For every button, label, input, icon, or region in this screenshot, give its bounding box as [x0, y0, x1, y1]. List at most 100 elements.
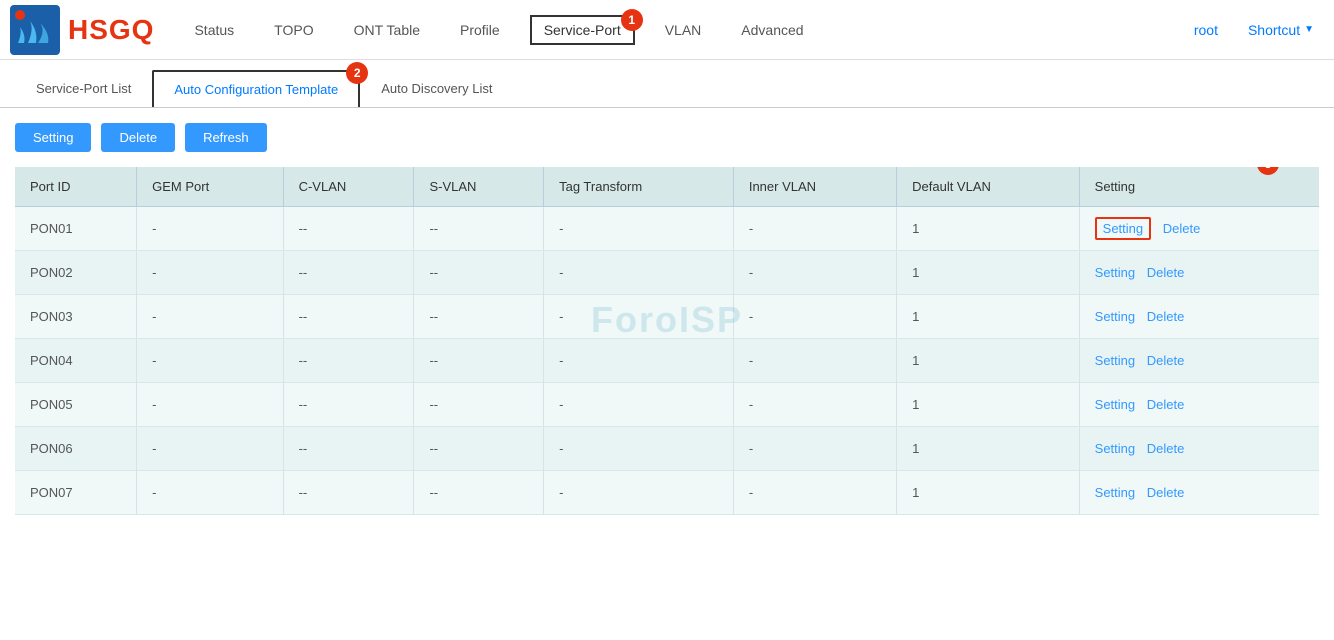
col-tag-transform: Tag Transform: [544, 167, 734, 207]
cell-port-id: PON05: [15, 383, 137, 427]
action-delete-link[interactable]: Delete: [1147, 397, 1185, 412]
action-setting-link[interactable]: Setting: [1095, 485, 1135, 500]
cell-gem-port: -: [137, 339, 283, 383]
logo-area: HSGQ: [10, 5, 154, 55]
cell-inner-vlan: -: [733, 251, 896, 295]
cell-s-vlan: --: [414, 295, 544, 339]
nav-right: root Shortcut ▼: [1184, 4, 1324, 56]
setting-button[interactable]: Setting: [15, 123, 91, 152]
cell-actions: Setting Delete: [1079, 339, 1319, 383]
table-row: PON01 - -- -- - - 1 Setting Delete: [15, 207, 1319, 251]
nav-status[interactable]: Status: [184, 4, 244, 56]
cell-inner-vlan: -: [733, 471, 896, 515]
col-default-vlan: Default VLAN: [897, 167, 1080, 207]
action-setting-link[interactable]: Setting: [1095, 353, 1135, 368]
cell-c-vlan: --: [283, 295, 414, 339]
cell-s-vlan: --: [414, 427, 544, 471]
table-body: PON01 - -- -- - - 1 Setting Delete PON02…: [15, 207, 1319, 515]
cell-tag-transform: -: [544, 383, 734, 427]
cell-inner-vlan: -: [733, 295, 896, 339]
cell-actions: Setting Delete: [1079, 383, 1319, 427]
cell-tag-transform: -: [544, 427, 734, 471]
cell-default-vlan: 1: [897, 207, 1080, 251]
cell-default-vlan: 1: [897, 471, 1080, 515]
table-row: PON07 - -- -- - - 1 Setting Delete: [15, 471, 1319, 515]
nav-links: Status TOPO ONT Table Profile Service-Po…: [184, 4, 1183, 56]
tab-service-port-list[interactable]: Service-Port List: [15, 70, 152, 107]
cell-tag-transform: -: [544, 207, 734, 251]
action-delete-link[interactable]: Delete: [1163, 221, 1201, 236]
table-header-row: Port ID GEM Port C-VLAN S-VLAN Tag Trans…: [15, 167, 1319, 207]
cell-default-vlan: 1: [897, 427, 1080, 471]
cell-c-vlan: --: [283, 471, 414, 515]
cell-inner-vlan: -: [733, 427, 896, 471]
cell-port-id: PON06: [15, 427, 137, 471]
cell-default-vlan: 1: [897, 251, 1080, 295]
nav-advanced[interactable]: Advanced: [731, 4, 813, 56]
navbar: HSGQ Status TOPO ONT Table Profile Servi…: [0, 0, 1334, 60]
cell-s-vlan: --: [414, 207, 544, 251]
action-setting-link[interactable]: Setting: [1095, 397, 1135, 412]
table-row: PON04 - -- -- - - 1 Setting Delete: [15, 339, 1319, 383]
chevron-down-icon: ▼: [1304, 24, 1314, 35]
cell-tag-transform: -: [544, 251, 734, 295]
cell-actions: Setting Delete: [1079, 251, 1319, 295]
cell-s-vlan: --: [414, 471, 544, 515]
cell-c-vlan: --: [283, 339, 414, 383]
cell-default-vlan: 1: [897, 295, 1080, 339]
cell-default-vlan: 1: [897, 383, 1080, 427]
col-gem-port: GEM Port: [137, 167, 283, 207]
tab-auto-config-template[interactable]: Auto Configuration Template 2: [152, 70, 360, 107]
shortcut-label: Shortcut: [1248, 22, 1300, 38]
col-setting: Setting 3: [1079, 167, 1319, 207]
action-setting-link[interactable]: Setting: [1095, 441, 1135, 456]
cell-inner-vlan: -: [733, 207, 896, 251]
data-table: Port ID GEM Port C-VLAN S-VLAN Tag Trans…: [15, 167, 1319, 515]
action-setting-link[interactable]: Setting: [1095, 309, 1135, 324]
tab-auto-discovery-list[interactable]: Auto Discovery List: [360, 70, 513, 107]
action-setting-link[interactable]: Setting: [1095, 217, 1151, 240]
nav-shortcut[interactable]: Shortcut ▼: [1238, 4, 1324, 56]
action-setting-link[interactable]: Setting: [1095, 265, 1135, 280]
badge-1: 1: [621, 9, 643, 31]
table-row: PON05 - -- -- - - 1 Setting Delete: [15, 383, 1319, 427]
cell-default-vlan: 1: [897, 339, 1080, 383]
cell-s-vlan: --: [414, 383, 544, 427]
refresh-button[interactable]: Refresh: [185, 123, 267, 152]
action-delete-link[interactable]: Delete: [1147, 309, 1185, 324]
cell-port-id: PON04: [15, 339, 137, 383]
action-delete-link[interactable]: Delete: [1147, 485, 1185, 500]
cell-port-id: PON01: [15, 207, 137, 251]
delete-button[interactable]: Delete: [101, 123, 175, 152]
col-inner-vlan: Inner VLAN: [733, 167, 896, 207]
cell-gem-port: -: [137, 251, 283, 295]
nav-vlan[interactable]: VLAN: [655, 4, 712, 56]
nav-ont-table[interactable]: ONT Table: [344, 4, 430, 56]
table-row: PON03 - -- -- - - 1 Setting Delete: [15, 295, 1319, 339]
cell-tag-transform: -: [544, 295, 734, 339]
cell-gem-port: -: [137, 471, 283, 515]
action-delete-link[interactable]: Delete: [1147, 265, 1185, 280]
logo-icon: [10, 5, 60, 55]
cell-gem-port: -: [137, 383, 283, 427]
nav-profile[interactable]: Profile: [450, 4, 510, 56]
action-delete-link[interactable]: Delete: [1147, 441, 1185, 456]
nav-service-port[interactable]: Service-Port 1: [530, 15, 635, 45]
action-delete-link[interactable]: Delete: [1147, 353, 1185, 368]
cell-inner-vlan: -: [733, 339, 896, 383]
cell-actions: Setting Delete: [1079, 207, 1319, 251]
cell-gem-port: -: [137, 207, 283, 251]
logo-text: HSGQ: [68, 14, 154, 46]
nav-root[interactable]: root: [1184, 4, 1228, 56]
cell-actions: Setting Delete: [1079, 295, 1319, 339]
tabs-bar: Service-Port List Auto Configuration Tem…: [0, 60, 1334, 108]
cell-tag-transform: -: [544, 339, 734, 383]
cell-c-vlan: --: [283, 427, 414, 471]
cell-actions: Setting Delete: [1079, 427, 1319, 471]
setting-col-label: Setting: [1095, 179, 1135, 194]
cell-port-id: PON07: [15, 471, 137, 515]
nav-topo[interactable]: TOPO: [264, 4, 323, 56]
auto-config-label: Auto Configuration Template: [174, 82, 338, 97]
cell-s-vlan: --: [414, 339, 544, 383]
cell-c-vlan: --: [283, 207, 414, 251]
